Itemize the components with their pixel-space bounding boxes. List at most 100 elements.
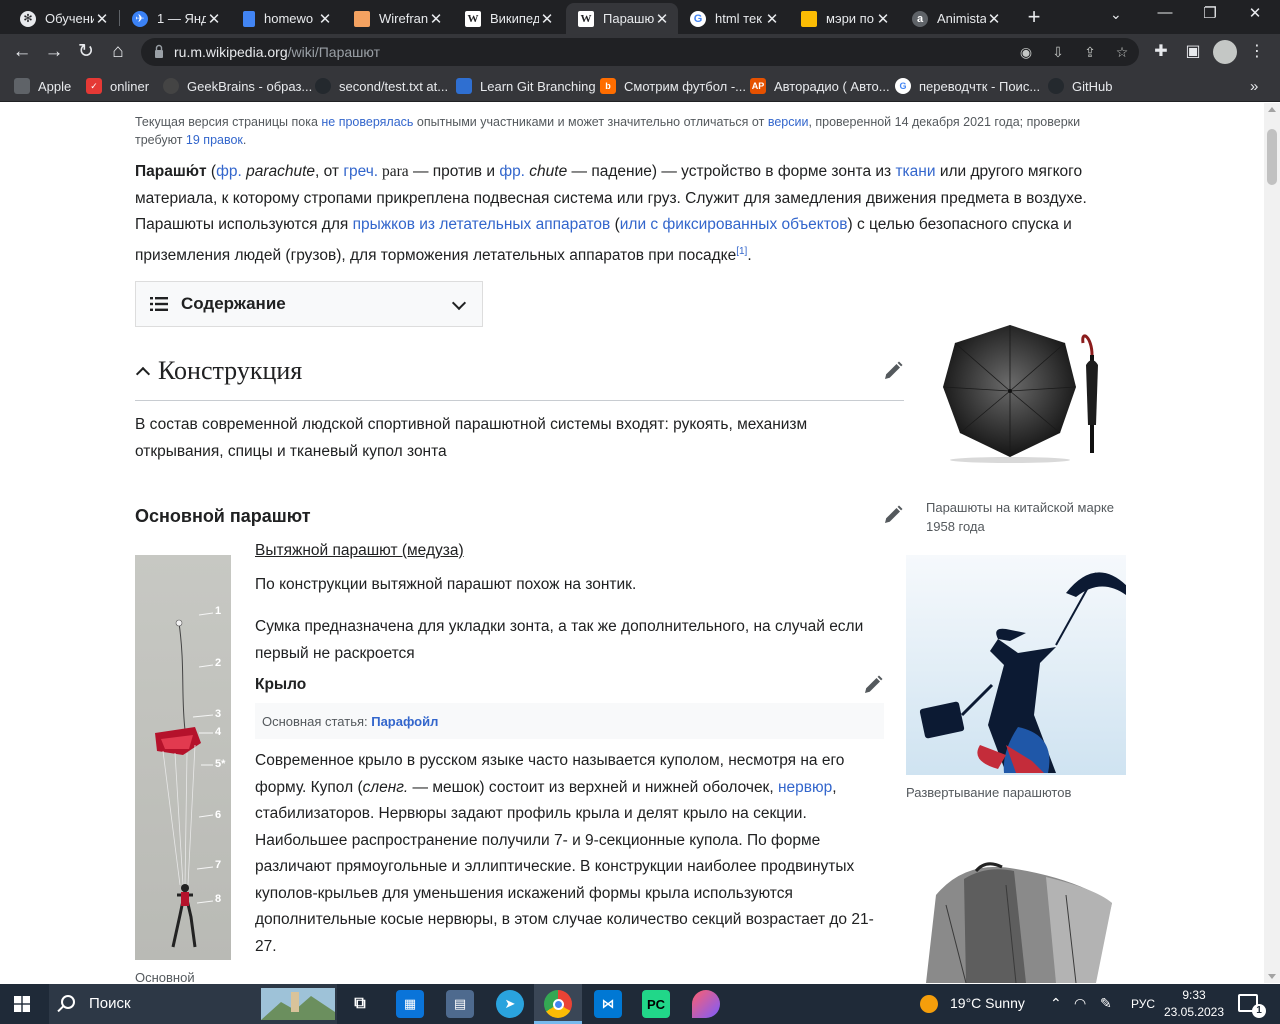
chevron-up-icon[interactable]	[135, 366, 151, 382]
close-icon[interactable]: ✕	[317, 10, 333, 28]
tab-title: мэри по	[826, 11, 874, 26]
bookmark-star-icon[interactable]: ☆	[1113, 43, 1131, 61]
umbrella-image[interactable]	[926, 315, 1116, 465]
new-tab-button[interactable]: +	[1022, 6, 1046, 30]
parachute-parts-figure[interactable]: 1 2 3 4 5* 6 7 8	[135, 555, 231, 960]
close-icon[interactable]: ✕	[539, 10, 555, 28]
grey-parachute-image[interactable]	[906, 855, 1126, 983]
french-link[interactable]: фр.	[499, 163, 525, 180]
tab-6-active[interactable]: W Парашю ✕	[566, 3, 678, 34]
google-lens-icon[interactable]: ◉	[1017, 43, 1035, 61]
calculator-icon[interactable]: ▤	[446, 990, 474, 1018]
tab-7[interactable]: G html тек ✕	[678, 3, 788, 34]
bookmark-apple[interactable]: Apple	[14, 76, 71, 96]
french-link[interactable]: фр.	[216, 163, 242, 180]
deployment-image[interactable]	[906, 555, 1126, 775]
fabric-link[interactable]: ткани	[895, 163, 935, 180]
pycharm-icon[interactable]: PC	[642, 990, 670, 1018]
reference-link[interactable]: [1]	[736, 246, 747, 257]
greek-link[interactable]: греч.	[343, 163, 378, 180]
bookmark-geekbrains[interactable]: GeekBrains - образ...	[163, 76, 312, 96]
menu-icon[interactable]: ⋮	[1247, 42, 1267, 62]
bookmark-translator[interactable]: Gпереводчтк - Поис...	[895, 76, 1040, 96]
bookmark-avtoradio[interactable]: AP Авторадио ( Авто...	[750, 76, 890, 96]
bookmark-football[interactable]: b Смотрим футбол -...	[600, 76, 746, 96]
language-indicator[interactable]: РУС	[1131, 997, 1155, 1011]
more-bookmarks-chevron-icon[interactable]: »	[1250, 76, 1258, 96]
task-view-icon[interactable]: ⧉	[346, 990, 374, 1018]
lock-icon[interactable]	[154, 44, 164, 59]
football-icon: b	[600, 78, 616, 94]
pen-icon[interactable]: ✎	[1100, 995, 1112, 1012]
tab-title: Animista	[937, 11, 986, 26]
reload-icon[interactable]: ↻	[74, 40, 98, 64]
close-icon[interactable]: ✕	[764, 10, 780, 28]
wifi-icon[interactable]: ◠	[1074, 995, 1086, 1012]
edits-link[interactable]: 19 правок	[186, 133, 243, 147]
microsoft-store-icon[interactable]: ▦	[396, 990, 424, 1018]
version-link[interactable]: версии	[768, 115, 809, 129]
address-bar[interactable]: ru.m.wikipedia.org/wiki/Парашют ◉ ⇩ ⇪ ☆	[141, 38, 1139, 66]
edit-pencil-icon[interactable]	[883, 361, 903, 381]
close-icon[interactable]: ✕	[875, 10, 891, 28]
tab-3[interactable]: homewo ✕	[231, 3, 341, 34]
tab-1[interactable]: ✻ Обучени ✕	[8, 3, 118, 34]
back-arrow-icon[interactable]: ←	[10, 40, 34, 64]
bookmark-github-file[interactable]: second/test.txt at...	[315, 76, 448, 96]
ribs-link[interactable]: нервюр	[778, 779, 832, 796]
taskbar-search[interactable]: Поиск	[49, 984, 337, 1024]
home-icon[interactable]: ⌂	[106, 40, 130, 64]
system-clock[interactable]: 9:33 23.05.2023	[1163, 987, 1225, 1021]
side-panel-icon[interactable]: ▣	[1183, 42, 1203, 62]
scroll-up-arrow-icon[interactable]	[1268, 107, 1276, 112]
url-text[interactable]: ru.m.wikipedia.org/wiki/Парашют	[174, 44, 380, 60]
aircraft-jumps-link[interactable]: прыжков из летательных аппаратов	[353, 216, 611, 233]
profile-avatar[interactable]	[1213, 40, 1237, 64]
close-icon[interactable]: ✕	[94, 10, 110, 28]
weather-text[interactable]: 19°C Sunny	[950, 995, 1025, 1011]
scroll-thumb[interactable]	[1267, 129, 1277, 185]
tab-5[interactable]: W Википед ✕	[453, 3, 563, 34]
show-hidden-icons-chevron-icon[interactable]: ⌃	[1050, 995, 1062, 1012]
window-close-icon[interactable]: ✕	[1235, 4, 1275, 22]
close-icon[interactable]: ✕	[986, 10, 1002, 28]
bookmark-onliner[interactable]: ✓ onliner	[86, 76, 149, 96]
sun-weather-icon[interactable]	[920, 995, 938, 1013]
edit-pencil-icon[interactable]	[883, 505, 903, 525]
paint-drop-icon[interactable]	[692, 990, 720, 1018]
bookmark-github[interactable]: GitHub	[1048, 76, 1112, 96]
page-scrollbar[interactable]	[1264, 103, 1280, 983]
tab-8[interactable]: мэри по ✕	[789, 3, 899, 34]
share-icon[interactable]: ⇪	[1081, 43, 1099, 61]
fixed-objects-link[interactable]: или с фиксированных объектов	[620, 216, 848, 233]
scroll-down-arrow-icon[interactable]	[1268, 974, 1276, 979]
lead-text: (	[610, 216, 620, 233]
section-heading-construction[interactable]: Конструкция	[135, 353, 904, 401]
tab-4[interactable]: Wirefran ✕	[342, 3, 452, 34]
table-of-contents[interactable]: Содержание	[135, 281, 483, 327]
chrome-icon[interactable]	[544, 990, 572, 1018]
close-icon[interactable]: ✕	[206, 10, 222, 28]
windows-start-icon[interactable]	[14, 996, 30, 1012]
unchecked-link[interactable]: не проверялась	[321, 115, 413, 129]
forward-arrow-icon[interactable]: →	[42, 40, 66, 64]
yandex-icon: ✈	[132, 10, 148, 27]
tab-2[interactable]: ✈ 1 — Янд ✕	[120, 3, 230, 34]
bookmark-learn-git[interactable]: Learn Git Branching	[456, 76, 596, 96]
tab-search-chevron-icon[interactable]: ⌄	[1110, 6, 1122, 23]
close-icon[interactable]: ✕	[654, 10, 670, 28]
restore-icon[interactable]: ❐	[1190, 4, 1230, 22]
edit-pencil-icon[interactable]	[863, 675, 883, 695]
telegram-icon[interactable]: ➤	[496, 990, 524, 1018]
extensions-icon[interactable]: ✚	[1151, 42, 1171, 62]
wing-text: — мешок) состоит из верхней и нижней обо…	[408, 778, 778, 796]
bookmark-label: Apple	[38, 78, 72, 94]
tab-title: Парашю	[603, 11, 654, 26]
close-icon[interactable]: ✕	[428, 10, 444, 28]
vscode-icon[interactable]: ⋈	[594, 990, 622, 1018]
minimize-icon[interactable]: —	[1145, 4, 1185, 21]
install-app-icon[interactable]: ⇩	[1049, 43, 1067, 61]
tab-9[interactable]: a Animista ✕	[900, 3, 1010, 34]
parafoil-link[interactable]: Парафойл	[371, 714, 438, 729]
pilot-chute-link[interactable]: Вытяжной парашют (медуза)	[255, 542, 464, 560]
